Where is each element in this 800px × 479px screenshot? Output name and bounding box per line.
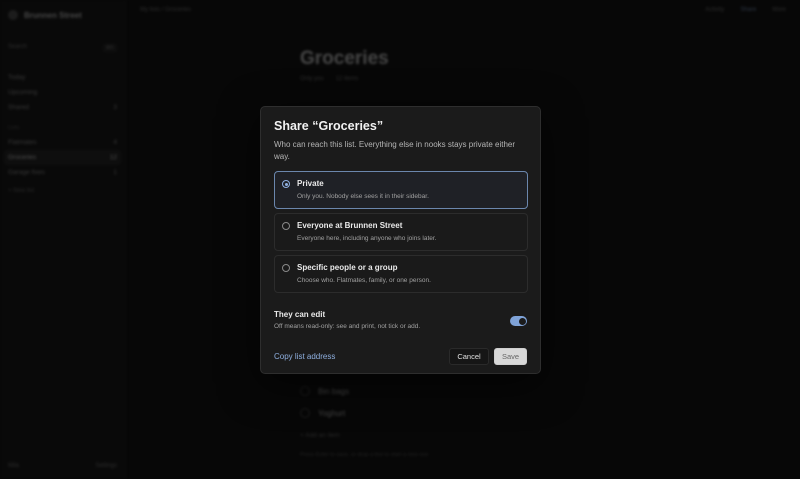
share-dialog: Share “Groceries” Who can reach this lis… [260, 106, 541, 374]
option-everyone[interactable]: Everyone at Brunnen Street Everyone here… [274, 213, 528, 251]
option-title: Specific people or a group [297, 263, 398, 272]
option-specific-people[interactable]: Specific people or a group Choose who. F… [274, 255, 528, 293]
copy-list-address-link[interactable]: Copy list address [274, 352, 335, 361]
option-description: Everyone here, including anyone who join… [297, 235, 437, 242]
dialog-footer: Copy list address Cancel Save [274, 348, 527, 366]
save-button[interactable]: Save [494, 348, 527, 365]
option-description: Choose who. Flatmates, family, or one pe… [297, 277, 431, 284]
dialog-description: Who can reach this list. Everything else… [274, 140, 515, 161]
edit-permission-row: They can edit Off means read-only: see a… [274, 310, 527, 336]
cancel-button[interactable]: Cancel [449, 348, 489, 365]
option-private[interactable]: Private Only you. Nobody else sees it in… [274, 171, 528, 209]
radio-private[interactable] [282, 180, 290, 188]
radio-specific-people[interactable] [282, 264, 290, 272]
edit-permission-title: They can edit [274, 310, 326, 319]
option-title: Private [297, 179, 324, 188]
toggle-knob [518, 317, 526, 325]
radio-everyone[interactable] [282, 222, 290, 230]
can-edit-toggle[interactable] [510, 316, 527, 326]
edit-permission-description: Off means read-only: see and print, not … [274, 323, 421, 330]
option-description: Only you. Nobody else sees it in their s… [297, 193, 429, 200]
option-title: Everyone at Brunnen Street [297, 221, 403, 230]
dialog-title: Share “Groceries” [274, 119, 384, 133]
